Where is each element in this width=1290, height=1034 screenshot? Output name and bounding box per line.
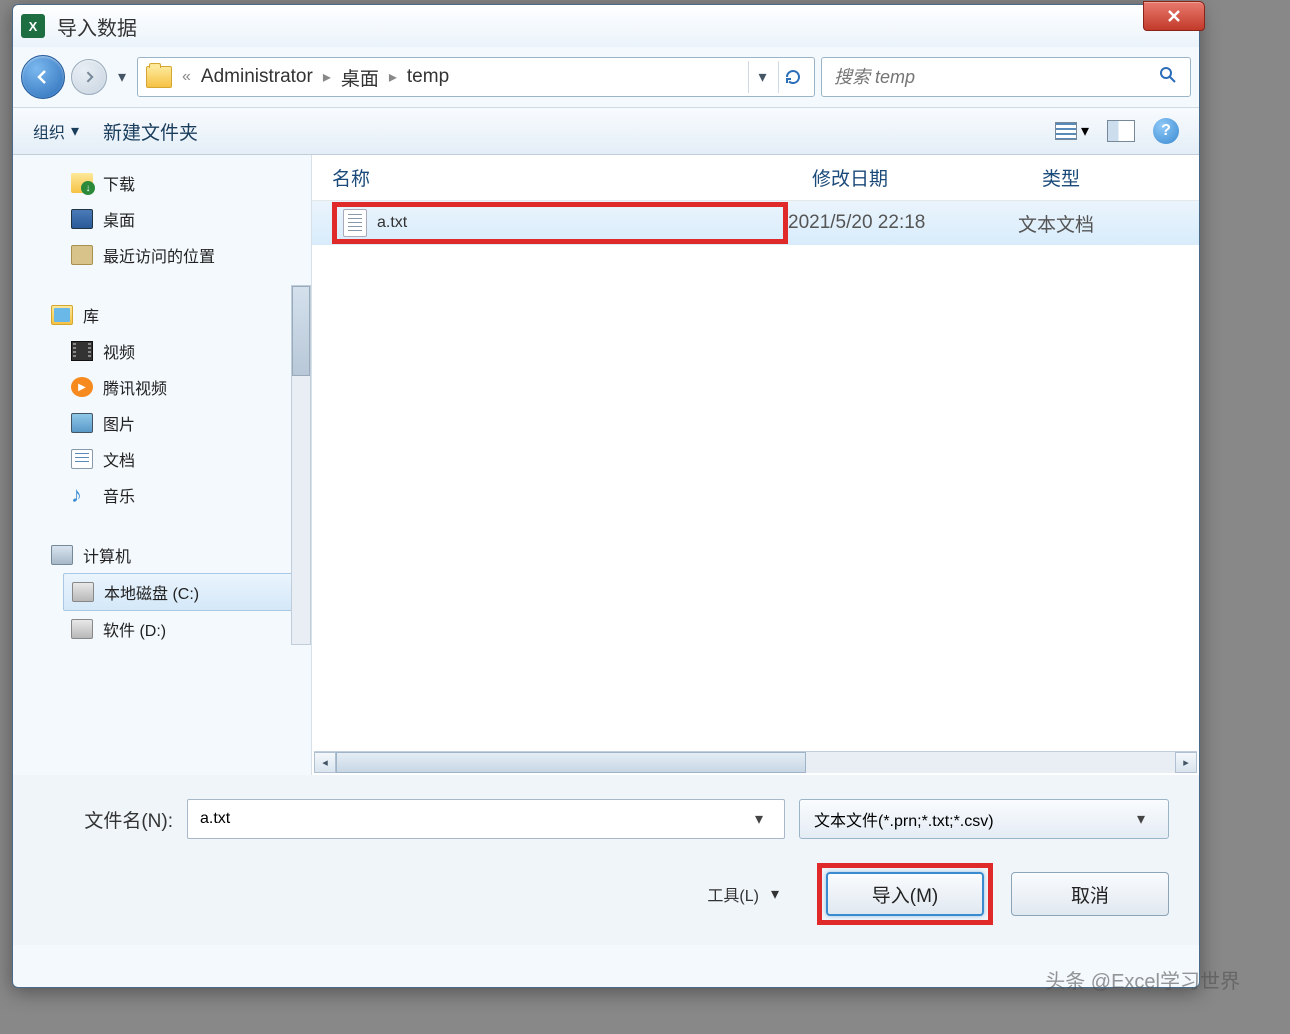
documents-icon [71, 449, 93, 469]
col-type[interactable]: 类型 [1042, 164, 1179, 191]
scrollbar-thumb[interactable] [292, 286, 310, 376]
titlebar[interactable]: X 导入数据 [13, 5, 1199, 47]
excel-icon: X [21, 14, 45, 38]
chevron-down-icon: ▾ [1128, 809, 1154, 829]
arrow-left-icon [33, 67, 53, 87]
nav-bar: ▾ « Administrator ▸ 桌面 ▸ temp ▾ [21, 51, 1191, 103]
tree-scrollbar[interactable] [291, 285, 311, 645]
text-file-icon [343, 209, 367, 237]
tree-tencent[interactable]: 腾讯视频 [63, 369, 311, 405]
tools-menu[interactable]: 工具(L)▾ [707, 882, 779, 906]
filename-input[interactable]: a.txt ▾ [187, 799, 785, 839]
toolbar: 组织 ▾ 新建文件夹 ▾ ? [13, 107, 1199, 155]
scroll-right-button[interactable]: ▸ [1175, 752, 1197, 773]
back-button[interactable] [21, 55, 65, 99]
dialog-body: 下载 桌面 最近访问的位置 库 视频 腾讯视频 图片 文档 ♪音乐 计算机 本地… [13, 155, 1199, 775]
breadcrumb-folder[interactable]: temp [407, 66, 449, 88]
highlight-box: 导入(M) [817, 863, 993, 925]
file-header: 名称 修改日期 类型 [312, 155, 1199, 201]
breadcrumb-user[interactable]: Administrator [201, 66, 313, 88]
filename-label: 文件名(N): [43, 806, 173, 833]
file-date: 2021/5/20 22:18 [788, 212, 1018, 234]
tree-downloads[interactable]: 下载 [63, 165, 311, 201]
address-bar[interactable]: « Administrator ▸ 桌面 ▸ temp ▾ [137, 57, 815, 97]
recent-icon [71, 245, 93, 265]
computer-icon [51, 545, 73, 565]
dialog-title: 导入数据 [57, 12, 137, 41]
chevron-left-icon: « [182, 68, 191, 86]
refresh-icon [783, 67, 803, 87]
disk-icon [71, 619, 93, 639]
list-view-icon [1055, 122, 1077, 140]
chevron-right-icon: ▸ [323, 67, 331, 87]
arrow-right-icon [81, 69, 97, 85]
search-box[interactable] [821, 57, 1191, 97]
folder-icon [146, 66, 172, 88]
scroll-track[interactable] [336, 752, 1175, 773]
address-dropdown[interactable]: ▾ [748, 61, 776, 93]
file-row[interactable]: a.txt 2021/5/20 22:18 文本文档 [312, 201, 1199, 245]
tree-recent[interactable]: 最近访问的位置 [63, 237, 311, 273]
refresh-button[interactable] [778, 61, 806, 93]
scroll-left-button[interactable]: ◂ [314, 752, 336, 773]
preview-pane-button[interactable] [1107, 120, 1135, 142]
dialog-footer: 文件名(N): a.txt ▾ 文本文件(*.prn;*.txt;*.csv) … [13, 775, 1199, 945]
view-mode-button[interactable]: ▾ [1055, 121, 1089, 141]
close-button[interactable] [1143, 1, 1205, 31]
video-icon [71, 341, 93, 361]
chevron-down-icon: ▾ [1081, 121, 1089, 141]
tree-library[interactable]: 库 [43, 297, 311, 333]
tree-documents[interactable]: 文档 [63, 441, 311, 477]
highlight-box: a.txt [332, 202, 788, 244]
chevron-right-icon: ▸ [389, 67, 397, 87]
library-icon [51, 305, 73, 325]
help-button[interactable]: ? [1153, 118, 1179, 144]
tencent-video-icon [71, 377, 93, 397]
col-name[interactable]: 名称 [332, 164, 812, 191]
desktop-icon [71, 209, 93, 229]
chevron-down-icon: ▾ [71, 121, 79, 141]
chevron-down-icon: ▾ [771, 884, 779, 904]
file-name: a.txt [377, 214, 407, 232]
horizontal-scrollbar[interactable]: ◂ ▸ [314, 751, 1197, 773]
close-icon [1165, 7, 1183, 25]
tree-disk-d[interactable]: 软件 (D:) [63, 611, 311, 647]
pictures-icon [71, 413, 93, 433]
new-folder-button[interactable]: 新建文件夹 [103, 118, 198, 145]
tree-music[interactable]: ♪音乐 [63, 477, 311, 513]
tree-computer[interactable]: 计算机 [43, 537, 311, 573]
nav-tree: 下载 桌面 最近访问的位置 库 视频 腾讯视频 图片 文档 ♪音乐 计算机 本地… [13, 155, 311, 775]
tree-desktop[interactable]: 桌面 [63, 201, 311, 237]
import-button[interactable]: 导入(M) [826, 872, 984, 916]
forward-button[interactable] [71, 59, 107, 95]
music-icon: ♪ [71, 485, 93, 505]
breadcrumb-desktop[interactable]: 桌面 [341, 64, 379, 91]
disk-icon [72, 582, 94, 602]
filetype-select[interactable]: 文本文件(*.prn;*.txt;*.csv) ▾ [799, 799, 1169, 839]
file-list: 名称 修改日期 类型 a.txt 2021/5/20 22:18 文本文档 ◂ … [311, 155, 1199, 775]
search-input[interactable] [834, 67, 1158, 88]
scrollbar-thumb[interactable] [336, 752, 806, 773]
tree-pictures[interactable]: 图片 [63, 405, 311, 441]
downloads-icon [71, 173, 93, 193]
file-type: 文本文档 [1018, 210, 1094, 237]
nav-history-dropdown[interactable]: ▾ [113, 67, 131, 87]
col-date[interactable]: 修改日期 [812, 164, 1042, 191]
import-dialog: X 导入数据 ▾ « Administrator ▸ 桌面 ▸ temp ▾ [12, 4, 1200, 988]
tree-disk-c[interactable]: 本地磁盘 (C:) [63, 573, 311, 611]
organize-menu[interactable]: 组织 ▾ [33, 119, 79, 143]
search-icon [1158, 65, 1178, 90]
filename-dropdown[interactable]: ▾ [746, 809, 772, 829]
cancel-button[interactable]: 取消 [1011, 872, 1169, 916]
tree-video[interactable]: 视频 [63, 333, 311, 369]
